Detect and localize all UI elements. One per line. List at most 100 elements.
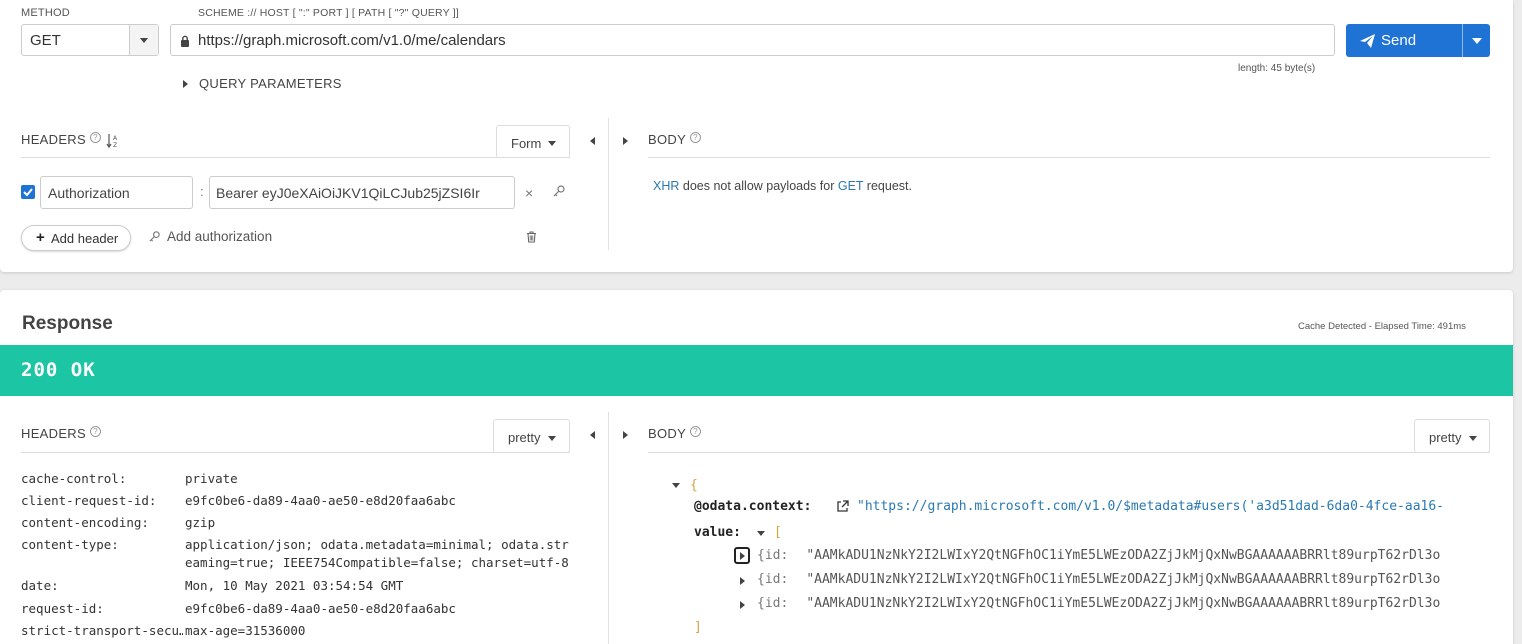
- panel-divider: [608, 118, 609, 250]
- external-link-icon[interactable]: [836, 500, 849, 513]
- body-message-end: request.: [863, 179, 912, 193]
- header-key: content-type:: [21, 537, 119, 552]
- svg-text:A: A: [113, 135, 118, 142]
- header-name-input[interactable]: Authorization: [40, 176, 193, 209]
- headers-form-select[interactable]: Form: [496, 125, 570, 158]
- header-value: e9fc0be6-da89-4aa0-ae50-e8d20faa6abc: [185, 601, 456, 616]
- response-body-title: BODY?: [648, 426, 702, 441]
- header-enabled-checkbox[interactable]: [21, 185, 35, 199]
- url-value[interactable]: https://graph.microsoft.com/v1.0/me/cale…: [198, 32, 506, 49]
- divider: [648, 157, 1490, 158]
- header-value: Mon, 10 May 2021 03:54:54 GMT: [185, 578, 404, 593]
- check-icon: [23, 188, 33, 197]
- response-headers-label: HEADERS: [21, 426, 86, 441]
- send-button[interactable]: Send: [1346, 24, 1490, 57]
- collapse-toggle-icon[interactable]: [672, 483, 680, 488]
- help-icon[interactable]: ?: [690, 426, 702, 437]
- collapse-right-icon[interactable]: [623, 137, 628, 145]
- json-item-value: "AAMkADU1NzNkY2I2LWIxY2QtNGFhOC1iYmE5LWE…: [806, 596, 1441, 611]
- method-label: METHOD: [21, 7, 70, 19]
- panel-divider: [608, 412, 609, 644]
- plus-icon: +: [36, 229, 45, 246]
- method-value: GET: [30, 32, 61, 49]
- request-body-title: BODY?: [648, 132, 702, 147]
- request-body-label: BODY: [648, 132, 687, 147]
- json-item[interactable]: {id: "AAMkADU1NzNkY2I2LWIxY2QtNGFhOC1iYmE…: [757, 596, 1440, 611]
- collapse-right-icon[interactable]: [623, 431, 628, 439]
- get-link[interactable]: GET: [838, 179, 863, 193]
- collapse-left-icon[interactable]: [590, 137, 595, 145]
- json-item[interactable]: {id: "AAMkADU1NzNkY2I2LWIxY2QtNGFhOC1iYmE…: [757, 572, 1440, 587]
- json-item-prefix: {id:: [757, 548, 789, 563]
- json-viewer: { @odata.context: "https://graph.microso…: [648, 470, 1490, 644]
- json-value-context[interactable]: "https://graph.microsoft.com/v1.0/$metad…: [857, 499, 1444, 514]
- expand-toggle-icon[interactable]: [734, 547, 750, 564]
- json-item[interactable]: {id: "AAMkADU1NzNkY2I2LWIxY2QtNGFhOC1iYmE…: [757, 548, 1440, 563]
- chevron-down-icon: [548, 141, 556, 146]
- expand-toggle-icon[interactable]: [740, 601, 745, 609]
- send-options-toggle[interactable]: [1462, 24, 1490, 57]
- json-item-prefix: {id:: [757, 596, 789, 611]
- collapse-left-icon[interactable]: [590, 431, 595, 439]
- request-headers-title: HEADERS?: [21, 132, 101, 147]
- caret-right-icon: [183, 80, 188, 88]
- header-value: gzip: [185, 515, 216, 530]
- response-body-label: BODY: [648, 426, 687, 441]
- form-label: Form: [511, 136, 542, 151]
- key-icon[interactable]: [552, 184, 566, 198]
- lock-icon: [181, 35, 189, 47]
- header-value: e9fc0be6-da89-4aa0-ae50-e8d20faa6abc: [185, 493, 456, 508]
- help-icon[interactable]: ?: [690, 132, 702, 143]
- trash-icon[interactable]: [526, 231, 537, 243]
- add-authorization-label: Add authorization: [167, 229, 273, 244]
- body-message: XHR does not allow payloads for GET requ…: [653, 179, 912, 193]
- headers-view-label: pretty: [508, 430, 541, 445]
- add-header-button[interactable]: + Add header: [21, 225, 131, 251]
- json-item-value: "AAMkADU1NzNkY2I2LWIxY2QtNGFhOC1iYmE5LWE…: [806, 548, 1441, 563]
- header-key: cache-control:: [21, 471, 127, 486]
- json-item-value: "AAMkADU1NzNkY2I2LWIxY2QtNGFhOC1iYmE5LWE…: [806, 572, 1441, 587]
- header-key: date:: [21, 578, 59, 593]
- xhr-link[interactable]: XHR: [653, 179, 679, 193]
- response-panel: Response Cache Detected - Elapsed Time: …: [0, 290, 1513, 644]
- chevron-down-icon: [140, 38, 148, 43]
- header-separator: :: [200, 184, 204, 199]
- send-label: Send: [1381, 32, 1417, 49]
- body-message-text: does not allow payloads for: [679, 179, 838, 193]
- chevron-down-icon: [548, 436, 556, 441]
- collapse-toggle-icon[interactable]: [757, 531, 765, 536]
- query-parameters-label: QUERY PARAMETERS: [199, 76, 342, 91]
- headers-view-select[interactable]: pretty: [493, 419, 570, 453]
- header-value: application/json; odata.metadata=minimal…: [185, 537, 569, 570]
- key-icon: [149, 231, 160, 242]
- chevron-down-icon: [1472, 38, 1482, 44]
- response-headers-title: HEADERS?: [21, 426, 101, 441]
- expand-toggle-icon[interactable]: [740, 577, 745, 585]
- body-view-select[interactable]: pretty: [1414, 419, 1490, 453]
- method-dropdown-toggle[interactable]: [129, 25, 158, 55]
- json-item-prefix: {id:: [757, 572, 789, 587]
- url-field[interactable]: https://graph.microsoft.com/v1.0/me/cale…: [170, 24, 1335, 56]
- divider: [21, 452, 570, 453]
- body-view-label: pretty: [1429, 430, 1462, 445]
- response-title: Response: [22, 313, 113, 334]
- header-key: client-request-id:: [21, 493, 157, 508]
- help-icon[interactable]: ?: [89, 132, 101, 143]
- url-label: SCHEME :// HOST [ ":" PORT ] [ PATH [ "?…: [198, 7, 460, 19]
- help-icon[interactable]: ?: [89, 426, 101, 437]
- divider: [21, 157, 570, 158]
- request-headers-label: HEADERS: [21, 132, 86, 147]
- status-bar: 200 OK: [0, 345, 1513, 396]
- header-value: private: [185, 471, 238, 486]
- sort-icon[interactable]: A Z: [106, 133, 120, 148]
- header-key: request-id:: [21, 601, 104, 616]
- header-key: strict-transport-secu…: [21, 623, 183, 638]
- send-icon: [1360, 34, 1375, 48]
- cache-info: Cache Detected - Elapsed Time: 491ms: [1298, 321, 1466, 332]
- close-icon[interactable]: ×: [525, 185, 533, 201]
- svg-text:Z: Z: [113, 142, 117, 148]
- chevron-down-icon: [1469, 436, 1477, 441]
- json-key-value: value:: [694, 525, 741, 540]
- method-select[interactable]: GET: [21, 24, 159, 56]
- header-value-input[interactable]: Bearer eyJ0eXAiOiJKV1QiLCJub25jZSI6Ir: [209, 176, 515, 209]
